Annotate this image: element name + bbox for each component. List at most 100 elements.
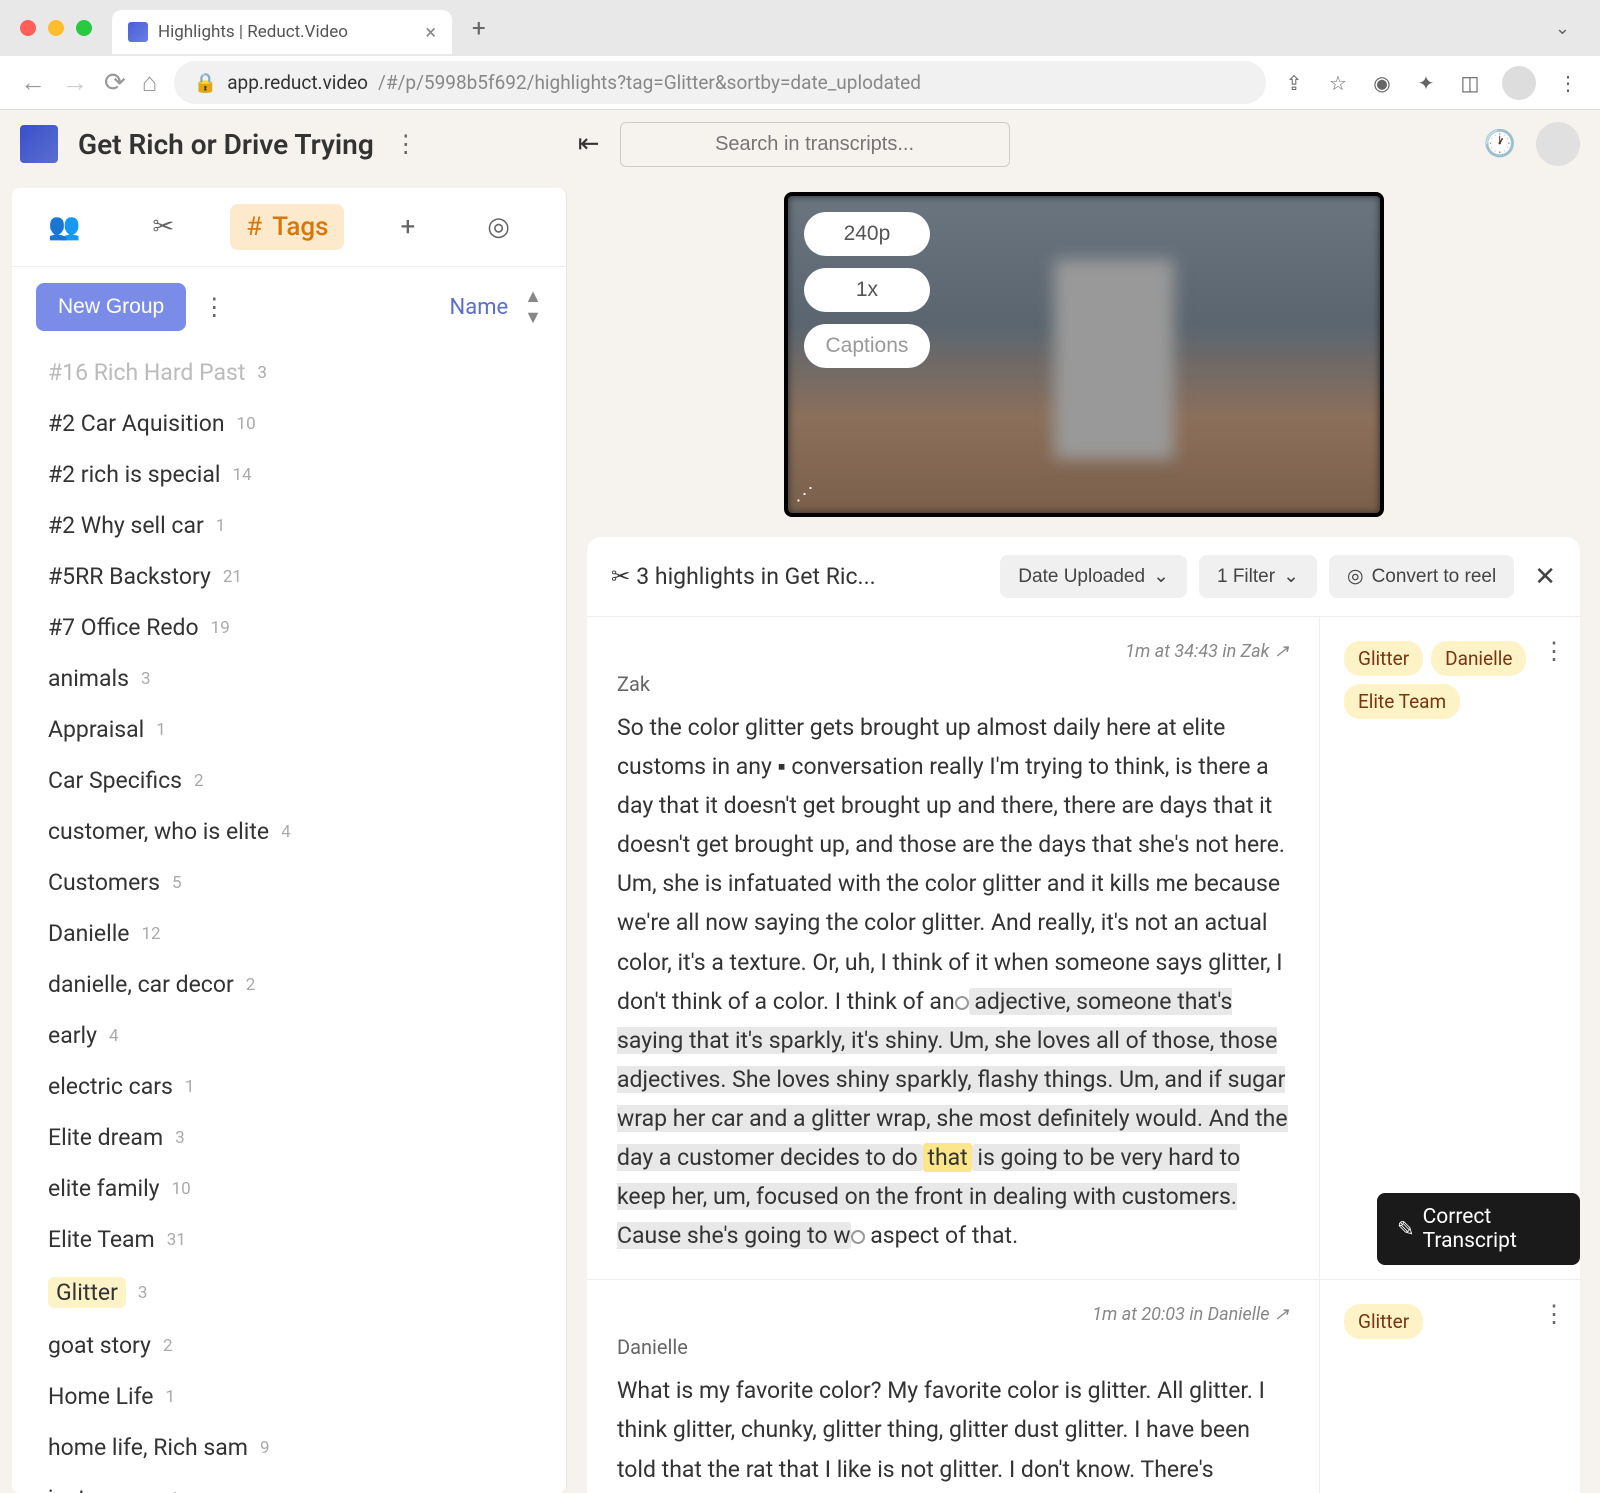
sidebar-tab-tags[interactable]: # Tags — [230, 204, 344, 250]
window-minimize[interactable] — [48, 20, 64, 36]
search-input[interactable] — [620, 122, 1010, 167]
browser-tab[interactable]: Highlights | Reduct.Video × — [112, 10, 452, 54]
tag-item[interactable]: #2 Car Aquisition10 — [22, 398, 556, 449]
speaker-name: Danielle — [617, 1335, 1289, 1359]
content-area: 240p 1x Captions ⋰ ✂ 3 highlights in Get… — [567, 178, 1600, 1493]
tag-item[interactable]: home life, Rich sam9 — [22, 1422, 556, 1473]
back-button[interactable]: ← — [20, 67, 46, 98]
chevron-down-icon: ⌄ — [1283, 565, 1299, 588]
tag-item[interactable]: Car Specifics2 — [22, 755, 556, 806]
tag-item[interactable]: animals3 — [22, 653, 556, 704]
tag-chip[interactable]: Elite Team — [1344, 684, 1460, 719]
window-maximize[interactable] — [76, 20, 92, 36]
tag-item[interactable]: Glitter3 — [22, 1265, 556, 1320]
tag-item[interactable]: #2 Why sell car1 — [22, 500, 556, 551]
new-group-button[interactable]: New Group — [36, 283, 186, 331]
video-quality-button[interactable]: 240p — [804, 212, 931, 256]
video-speed-button[interactable]: 1x — [804, 268, 931, 312]
favicon — [128, 22, 148, 42]
tag-item[interactable]: Elite dream3 — [22, 1112, 556, 1163]
tag-chip[interactable]: Glitter — [1344, 641, 1423, 676]
reload-button[interactable]: ⟳ — [104, 68, 126, 98]
tag-item[interactable]: Appraisal1 — [22, 704, 556, 755]
window-close[interactable] — [20, 20, 36, 36]
tag-item[interactable]: #16 Rich Hard Past3 — [22, 347, 556, 398]
browser-menu-icon[interactable]: ⋮ — [1556, 71, 1580, 95]
bookmark-icon[interactable]: ☆ — [1326, 71, 1350, 95]
tag-chip[interactable]: Glitter — [1344, 1304, 1423, 1339]
filter-count-button[interactable]: 1 Filter ⌄ — [1199, 555, 1317, 598]
highlight-meta[interactable]: 1m at 34:43 in Zak ↗ — [617, 641, 1289, 662]
share-icon[interactable]: ⇪ — [1282, 71, 1306, 95]
tag-item[interactable]: customer, who is elite4 — [22, 806, 556, 857]
history-icon[interactable]: 🕐 — [1484, 129, 1516, 159]
sidebar-tab-settings[interactable]: ◎ — [471, 204, 526, 250]
sidebar: 👥 ✂ # Tags + ◎ New Group ⋮ Name ▲▼ #16 R… — [12, 188, 567, 1493]
tag-item[interactable]: Customers5 — [22, 857, 556, 908]
tag-item[interactable]: #7 Office Redo19 — [22, 602, 556, 653]
transcript-text[interactable]: What is my favorite color? My favorite c… — [617, 1371, 1289, 1493]
highlight-meta[interactable]: 1m at 20:03 in Danielle ↗ — [617, 1304, 1289, 1325]
user-avatar[interactable] — [1536, 122, 1580, 166]
highlights-title: ✂ 3 highlights in Get Ric... — [611, 563, 876, 590]
extension-icon-1[interactable]: ◉ — [1370, 71, 1394, 95]
chevron-down-icon: ⌄ — [1153, 565, 1169, 588]
correct-transcript-tooltip[interactable]: ✎ Correct Transcript — [1377, 1193, 1580, 1265]
sort-label[interactable]: Name — [450, 295, 509, 320]
highlight-tags: Glitter — [1320, 1280, 1580, 1493]
profile-avatar[interactable] — [1502, 66, 1536, 100]
reel-icon: ◎ — [1347, 565, 1364, 588]
tag-item[interactable]: danielle, car decor2 — [22, 959, 556, 1010]
selection-start-handle[interactable] — [955, 996, 969, 1010]
tag-item[interactable]: elite family10 — [22, 1163, 556, 1214]
tag-item[interactable]: Danielle12 — [22, 908, 556, 959]
tag-item[interactable]: early4 — [22, 1010, 556, 1061]
tag-list: #16 Rich Hard Past3#2 Car Aquisition10#2… — [12, 347, 566, 1493]
forward-button[interactable]: → — [62, 67, 88, 98]
sidebar-tab-highlights[interactable]: ✂ — [136, 204, 190, 250]
tab-tags-label: Tags — [272, 212, 328, 242]
sidebar-tab-recordings[interactable]: 👥 — [32, 204, 96, 250]
lock-icon: 🔒 — [194, 71, 218, 94]
import-icon[interactable]: ⇤ — [578, 129, 600, 159]
tag-item[interactable]: #5RR Backstory21 — [22, 551, 556, 602]
entry-menu-icon[interactable]: ⋮ — [1542, 1300, 1566, 1328]
video-resize-icon[interactable]: ⋰ — [796, 484, 814, 505]
entry-menu-icon[interactable]: ⋮ — [1542, 637, 1566, 665]
sort-icon[interactable]: ▲▼ — [524, 286, 542, 328]
highlight-icon: ✂ — [611, 563, 630, 590]
tab-title: Highlights | Reduct.Video — [158, 22, 348, 42]
speaker-name: Zak — [617, 672, 1289, 696]
tag-item[interactable]: goat story2 — [22, 1320, 556, 1371]
sidebar-tab-add[interactable]: + — [384, 204, 431, 250]
sidepanel-icon[interactable]: ◫ — [1458, 71, 1482, 95]
tag-item[interactable]: electric cars1 — [22, 1061, 556, 1112]
group-menu-icon[interactable]: ⋮ — [202, 293, 226, 321]
extensions-icon[interactable]: ✦ — [1414, 71, 1438, 95]
project-title: Get Rich or Drive Trying — [78, 128, 374, 161]
project-menu-icon[interactable]: ⋮ — [394, 130, 418, 158]
tag-item[interactable]: just say no1 — [22, 1473, 556, 1493]
app-logo[interactable] — [20, 125, 58, 163]
new-tab-button[interactable]: + — [472, 14, 486, 42]
selection-end-handle[interactable] — [851, 1230, 865, 1244]
tabs-menu-icon[interactable]: ⌄ — [1555, 18, 1570, 39]
hash-icon: # — [246, 212, 262, 242]
transcript-text[interactable]: So the color glitter gets brought up alm… — [617, 708, 1289, 1255]
url-field[interactable]: 🔒 app.reduct.video /#/p/5998b5f692/highli… — [174, 61, 1266, 104]
tag-item[interactable]: #2 rich is special14 — [22, 449, 556, 500]
url-path: /#/p/5998b5f692/highlights?tag=Glitter&s… — [378, 71, 921, 94]
url-domain: app.reduct.video — [227, 71, 368, 94]
video-captions-button[interactable]: Captions — [804, 324, 931, 368]
highlight-tags: GlitterDanielle Elite Team — [1320, 617, 1580, 1279]
tab-close-icon[interactable]: × — [425, 20, 436, 44]
tag-item[interactable]: Home Life1 — [22, 1371, 556, 1422]
tag-item[interactable]: Elite Team31 — [22, 1214, 556, 1265]
date-filter-button[interactable]: Date Uploaded ⌄ — [1000, 555, 1187, 598]
home-button[interactable]: ⌂ — [142, 67, 158, 98]
convert-reel-button[interactable]: ◎ Convert to reel — [1329, 555, 1514, 598]
tag-chip[interactable]: Danielle — [1431, 641, 1526, 676]
close-highlights-icon[interactable]: ✕ — [1534, 562, 1556, 592]
video-player[interactable]: 240p 1x Captions ⋰ — [784, 192, 1384, 517]
highlight-entry: 1m at 34:43 in Zak ↗ Zak So the color gl… — [587, 617, 1580, 1280]
